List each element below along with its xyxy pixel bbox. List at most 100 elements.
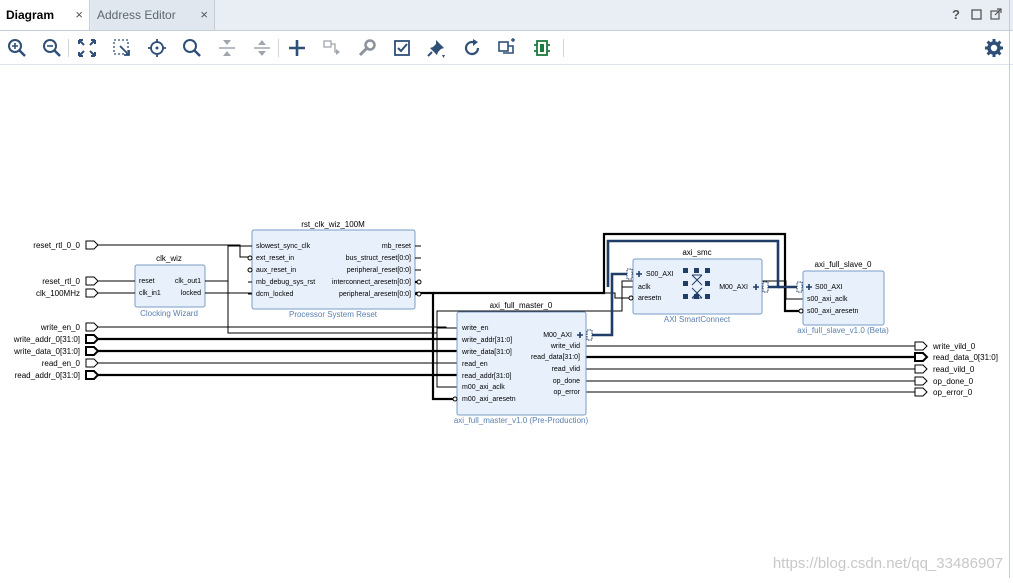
center-icon[interactable] <box>146 37 168 59</box>
block-name: axi_smc <box>682 248 711 257</box>
port-label: op_error_0 <box>933 388 973 397</box>
rst-clk-wiz-100m-block[interactable]: rst_clk_wiz_100M slowest_sync_clk ext_re… <box>247 220 422 319</box>
left-ports: reset_rtl_0_0 reset_rtl_0 clk_100MHz wri… <box>13 240 100 380</box>
port-read-en-0[interactable]: read_en_0 <box>42 358 99 368</box>
pin-icon[interactable] <box>426 37 448 59</box>
block-subtitle: Clocking Wizard <box>140 309 198 318</box>
port-label: read_data_0[31:0] <box>933 353 998 362</box>
pin-label: M00_AXI <box>543 332 572 339</box>
pin-label: peripheral_aresetn[0:0] <box>339 291 411 298</box>
block-subtitle: Processor System Reset <box>289 310 378 319</box>
restore-icon[interactable] <box>971 8 982 23</box>
port-label: op_done_0 <box>933 377 974 386</box>
port-op-error-0[interactable]: op_error_0 <box>914 387 973 397</box>
port-reset-rtl-0-0[interactable]: reset_rtl_0_0 <box>33 240 99 250</box>
pin-label: write_data[31:0] <box>461 349 512 356</box>
tab-bar: Diagram × Address Editor × ? <box>0 0 1013 31</box>
axi-full-slave-block[interactable]: axi_full_slave_0 S00_AXI s00_axi_aclk s0… <box>796 260 889 335</box>
regenerate-layout-icon[interactable] <box>496 37 518 59</box>
close-icon[interactable]: × <box>75 0 83 30</box>
gear-icon[interactable] <box>983 37 1005 59</box>
validate-icon[interactable] <box>391 37 413 59</box>
make-connection-icon[interactable] <box>321 37 343 59</box>
close-icon[interactable]: × <box>200 0 208 30</box>
properties-wrench-icon[interactable] <box>356 37 378 59</box>
tab-diagram-label: Diagram <box>6 8 55 22</box>
block-subtitle: AXI SmartConnect <box>664 315 731 324</box>
toolbar-separator <box>563 39 564 57</box>
axi-smc-block[interactable]: axi_smc S00_AXI aclk aresetn M00_AXI AXI… <box>626 248 769 324</box>
port-write-data-0[interactable]: write_data_0[31:0] <box>13 346 100 356</box>
port-op-done-0[interactable]: op_done_0 <box>914 376 974 386</box>
pin-label: s00_axi_aclk <box>807 296 848 303</box>
pin-label: mb_reset <box>382 243 411 250</box>
port-label: write_vild_0 <box>932 342 976 351</box>
toolbar-separator <box>68 39 69 57</box>
pin-label: op_done <box>553 378 580 385</box>
pin-label: bus_struct_reset[0:0] <box>346 255 411 262</box>
port-label: reset_rtl_0_0 <box>33 241 80 250</box>
expand-icon[interactable] <box>251 37 273 59</box>
block-name: rst_clk_wiz_100M <box>301 220 365 229</box>
pin-label: dcm_locked <box>256 291 293 298</box>
pin-label: S00_AXI <box>646 271 674 278</box>
pin-label: write_en <box>461 325 489 332</box>
refresh-icon[interactable] <box>461 37 483 59</box>
clk-wiz-block[interactable]: clk_wiz reset clk_in1 clk_out1 locked Cl… <box>131 254 209 318</box>
pin-label: s00_axi_aresetn <box>807 308 858 315</box>
block-name: axi_full_master_0 <box>490 301 553 310</box>
port-read-addr-0[interactable]: read_addr_0[31:0] <box>15 370 100 380</box>
port-write-addr-0[interactable]: write_addr_0[31:0] <box>13 334 100 344</box>
block-name: clk_wiz <box>156 254 182 263</box>
port-write-en-0[interactable]: write_en_0 <box>40 322 99 332</box>
pin-label: m00_axi_aresetn <box>462 396 516 403</box>
port-read-data-0[interactable]: read_data_0[31:0] <box>914 352 998 362</box>
port-clk-100mhz[interactable]: clk_100MHz <box>36 288 99 298</box>
pin-label: slowest_sync_clk <box>256 243 311 250</box>
tab-address-editor-label: Address Editor <box>97 8 176 22</box>
port-reset-rtl-0[interactable]: reset_rtl_0 <box>42 276 99 286</box>
pin-label: read_en <box>462 361 488 368</box>
right-ports: write_vild_0 read_data_0[31:0] read_vild… <box>914 341 998 397</box>
port-label: read_addr_0[31:0] <box>15 371 80 380</box>
tab-diagram[interactable]: Diagram × <box>0 0 90 30</box>
port-label: read_vild_0 <box>933 365 975 374</box>
help-icon[interactable]: ? <box>952 7 960 22</box>
zoom-out-icon[interactable] <box>41 37 63 59</box>
pin-label: reset <box>139 278 155 285</box>
float-window-icon[interactable] <box>990 8 1002 23</box>
port-label: write_data_0[31:0] <box>13 347 80 356</box>
optimize-icon[interactable] <box>531 37 553 59</box>
pin-label: m00_axi_aclk <box>462 384 505 391</box>
port-read-vlid-0[interactable]: read_vild_0 <box>914 364 975 374</box>
pin-label: aclk <box>638 284 651 291</box>
axi-full-master-block[interactable]: axi_full_master_0 write_en write_addr[31… <box>452 301 593 425</box>
pin-label: aux_reset_in <box>256 267 296 274</box>
search-icon[interactable] <box>181 37 203 59</box>
block-subtitle: axi_full_master_v1.0 (Pre-Production) <box>454 416 589 425</box>
port-write-vlid-0[interactable]: write_vild_0 <box>914 341 976 351</box>
pin-label: interconnect_aresetn[0:0] <box>332 279 411 286</box>
block-subtitle: axi_full_slave_v1.0 (Beta) <box>797 326 889 335</box>
add-ip-icon[interactable] <box>286 37 308 59</box>
watermark: https://blog.csdn.net/qq_33486907 <box>772 555 1003 572</box>
tab-address-editor[interactable]: Address Editor × <box>91 0 215 30</box>
port-label: reset_rtl_0 <box>42 277 80 286</box>
pin-label: read_data[31:0] <box>531 354 580 361</box>
zoom-fit-icon[interactable] <box>76 37 98 59</box>
pin-label: aresetn <box>638 295 661 302</box>
block-diagram-canvas[interactable]: .blk{fill:#e8f1fb;stroke:#7a9cc6;stroke-… <box>0 65 1013 578</box>
pin-label: locked <box>181 290 201 297</box>
pin-label: write_vlid <box>550 343 580 350</box>
port-label: write_en_0 <box>40 323 81 332</box>
port-label: clk_100MHz <box>36 289 80 298</box>
pin-label: op_error <box>554 389 581 396</box>
block-name: axi_full_slave_0 <box>815 260 872 269</box>
pin-label: write_addr[31:0] <box>461 337 512 344</box>
pin-label: mb_debug_sys_rst <box>256 279 315 286</box>
collapse-icon[interactable] <box>216 37 238 59</box>
pin-label: clk_in1 <box>139 290 161 297</box>
toolbar-separator <box>278 39 279 57</box>
zoom-in-icon[interactable] <box>6 37 28 59</box>
zoom-area-icon[interactable] <box>111 37 133 59</box>
